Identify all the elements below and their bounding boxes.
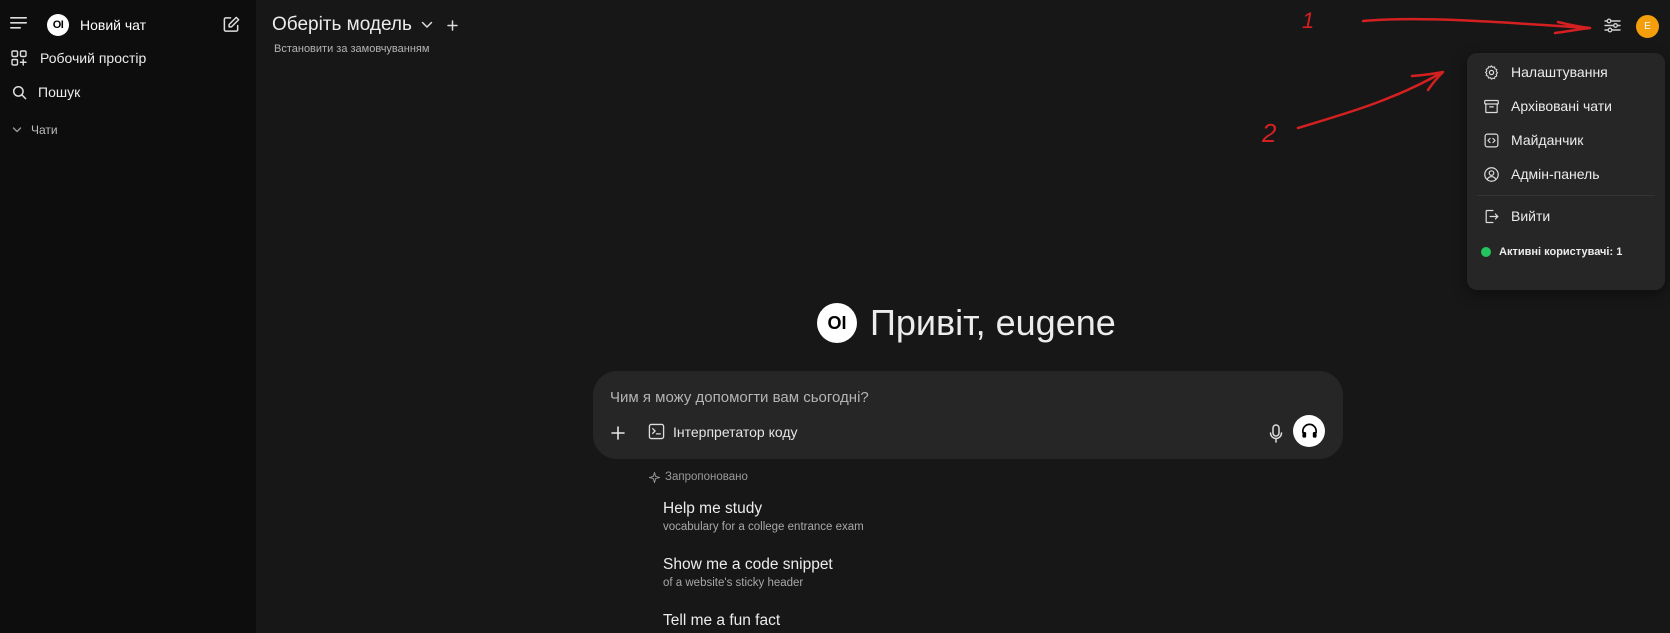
- menu-item-label: Налаштування: [1511, 64, 1608, 80]
- gear-icon: [1481, 62, 1501, 82]
- suggestion-item[interactable]: Help me study vocabulary for a college e…: [663, 500, 864, 533]
- chevron-down-icon: [421, 21, 433, 28]
- menu-item-logout[interactable]: Вийти: [1481, 206, 1550, 226]
- suggestion-title: Tell me a fun fact: [663, 612, 781, 629]
- greeting-logo: OI: [817, 303, 857, 343]
- sidebar: OI Новий чат Робочий простір Пошук Чати: [0, 0, 256, 633]
- logout-icon: [1481, 206, 1501, 226]
- chat-input[interactable]: Чим я можу допомогти вам сьогодні?: [610, 389, 869, 406]
- plus-icon: [611, 426, 625, 440]
- suggestion-item[interactable]: Tell me a fun fact: [663, 612, 780, 630]
- sidebar-item-workspace[interactable]: Робочий простір: [11, 50, 146, 66]
- menu-item-label: Адмін-панель: [1511, 166, 1600, 182]
- code-icon: [1481, 130, 1501, 150]
- status-dot: [1481, 247, 1491, 257]
- model-selector[interactable]: Оберіть модель: [272, 14, 458, 36]
- workspace-icon: [11, 50, 27, 66]
- sidebar-toggle-button[interactable]: [10, 16, 28, 30]
- suggested-header: Запропоновано: [649, 471, 748, 483]
- menu-item-admin-panel[interactable]: Адмін-панель: [1481, 164, 1600, 184]
- suggestion-subtitle: of a website's sticky header: [663, 577, 804, 589]
- chats-section-label: Чати: [31, 123, 58, 137]
- add-model-icon[interactable]: [447, 19, 458, 31]
- set-default-link[interactable]: Встановити за замовчуванням: [274, 43, 429, 55]
- new-chat-link[interactable]: OI Новий чат: [47, 14, 146, 36]
- chevron-down-icon: [12, 127, 22, 133]
- avatar-letter: E: [1644, 21, 1651, 32]
- voice-input-button[interactable]: [1269, 424, 1283, 443]
- voice-mode-button[interactable]: [1293, 415, 1325, 447]
- menu-item-label: Архівовані чати: [1511, 98, 1612, 114]
- suggestion-title: Help me study: [663, 500, 763, 517]
- sparkle-icon: [649, 471, 660, 483]
- active-users-status: Активні користувачі: 1: [1481, 246, 1622, 258]
- menu-item-label: Майданчик: [1511, 132, 1584, 148]
- archive-icon: [1481, 96, 1501, 116]
- chat-composer: Чим я можу допомогти вам сьогодні? Інтер…: [593, 371, 1343, 459]
- active-users-label: Активні користувачі: 1: [1499, 246, 1623, 258]
- sidebar-item-search[interactable]: Пошук: [12, 84, 80, 100]
- menu-item-archived-chats[interactable]: Архівовані чати: [1481, 96, 1612, 116]
- sliders-icon: [1604, 18, 1621, 33]
- menu-item-playground[interactable]: Майданчик: [1481, 130, 1583, 150]
- code-interpreter-label: Інтерпретатор коду: [673, 423, 798, 440]
- suggestion-title: Show me a code snippet: [663, 556, 833, 573]
- user-avatar[interactable]: E: [1636, 15, 1659, 38]
- suggestion-item[interactable]: Show me a code snippet of a website's st…: [663, 556, 833, 589]
- suggestion-subtitle: vocabulary for a college entrance exam: [663, 521, 864, 533]
- sidebar-item-label: Робочий простір: [40, 50, 147, 66]
- attach-button[interactable]: [611, 426, 625, 440]
- menu-icon: [10, 17, 27, 29]
- suggested-label: Запропоновано: [665, 471, 748, 483]
- user-circle-icon: [1481, 164, 1501, 184]
- terminal-icon: [648, 423, 665, 440]
- menu-divider: [1477, 195, 1655, 196]
- user-menu: Налаштування Архівовані чати Майданчик А…: [1467, 53, 1665, 290]
- compose-button[interactable]: [222, 15, 241, 34]
- model-selector-label: Оберіть модель: [272, 14, 412, 35]
- greeting: OI Привіт, eugene: [817, 302, 1116, 344]
- app-logo: OI: [47, 14, 69, 36]
- code-interpreter-toggle[interactable]: Інтерпретатор коду: [648, 423, 798, 440]
- edit-icon: [223, 16, 240, 32]
- menu-item-settings[interactable]: Налаштування: [1481, 62, 1608, 82]
- chats-section-toggle[interactable]: Чати: [12, 123, 58, 137]
- microphone-icon: [1269, 424, 1283, 443]
- headphones-icon: [1301, 423, 1317, 438]
- search-icon: [12, 85, 27, 99]
- controls-button[interactable]: [1604, 18, 1621, 33]
- greeting-text: Привіт, eugene: [870, 302, 1116, 343]
- sidebar-item-label: Пошук: [38, 84, 81, 100]
- menu-item-label: Вийти: [1511, 208, 1551, 224]
- new-chat-label: Новий чат: [80, 17, 147, 33]
